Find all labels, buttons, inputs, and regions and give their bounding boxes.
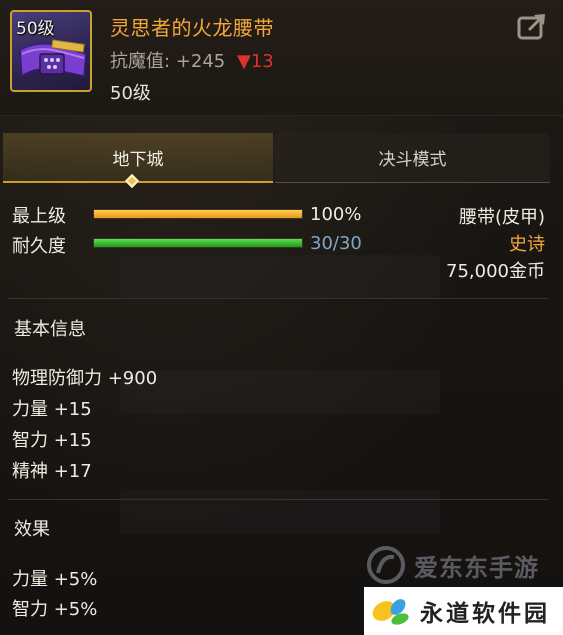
item-type: 腰带(皮甲)	[458, 207, 545, 228]
item-price: 75,000金币	[446, 261, 545, 282]
background-ghost-row	[120, 370, 440, 414]
background-ghost-row	[120, 255, 440, 299]
durability-bar-fill	[94, 239, 302, 247]
attr-strength: 力量 +15	[12, 399, 92, 420]
basic-info-title: 基本信息	[14, 319, 86, 340]
watermark-text: 永道软件园	[420, 600, 550, 627]
tab-dungeon[interactable]: 地下城	[3, 133, 273, 183]
grade-bar-fill	[94, 210, 302, 218]
required-level: 50级	[110, 83, 151, 104]
item-level-badge: 50级	[16, 19, 55, 39]
section-divider	[8, 298, 548, 299]
share-button[interactable]	[517, 12, 549, 40]
mode-tabs: 地下城 决斗模式	[0, 133, 550, 183]
watermark-aidongdong: 爱东东手游	[364, 545, 563, 585]
effect-strength: 力量 +5%	[12, 569, 98, 590]
effects-title: 效果	[14, 519, 50, 540]
magic-resist-stat: 抗魔值: +245 ▼13	[110, 47, 274, 73]
section-divider	[8, 499, 548, 500]
item-name: 灵思者的火龙腰带	[110, 16, 274, 40]
stat-value: +245	[175, 51, 226, 72]
aidongdong-logo-icon	[367, 546, 405, 584]
attr-spirit: 精神 +17	[12, 461, 92, 482]
grade-value: 100%	[310, 204, 362, 225]
belt-icon	[19, 39, 87, 78]
stat-decrease: ▼13	[237, 51, 274, 72]
durability-bar	[93, 238, 303, 248]
item-icon-frame[interactable]: 50级	[10, 10, 92, 92]
watermark-yongdao: 永道软件园	[364, 587, 563, 635]
effect-intelligence: 智力 +5%	[12, 599, 98, 620]
yongdao-logo-icon	[372, 599, 409, 625]
watermark-text: 爱东东手游	[414, 553, 539, 582]
item-tooltip-panel: 50级 灵思者的火龙腰带 抗魔值: +245 ▼13 50级 地下城 决斗模式 …	[0, 0, 563, 635]
durability-label: 耐久度	[12, 236, 66, 257]
durability-value: 30/30	[310, 233, 362, 254]
item-rarity: 史诗	[509, 234, 545, 255]
stat-label: 抗魔值:	[110, 51, 171, 72]
background-ghost-row	[120, 490, 440, 534]
attr-intelligence: 智力 +15	[12, 430, 92, 451]
attr-physical-defense: 物理防御力 +900	[12, 368, 158, 389]
item-header: 50级 灵思者的火龙腰带 抗魔值: +245 ▼13 50级	[0, 0, 563, 116]
grade-bar	[93, 209, 303, 219]
share-export-icon	[517, 14, 545, 40]
tab-duel-mode[interactable]: 决斗模式	[275, 133, 550, 183]
grade-label: 最上级	[12, 206, 66, 227]
